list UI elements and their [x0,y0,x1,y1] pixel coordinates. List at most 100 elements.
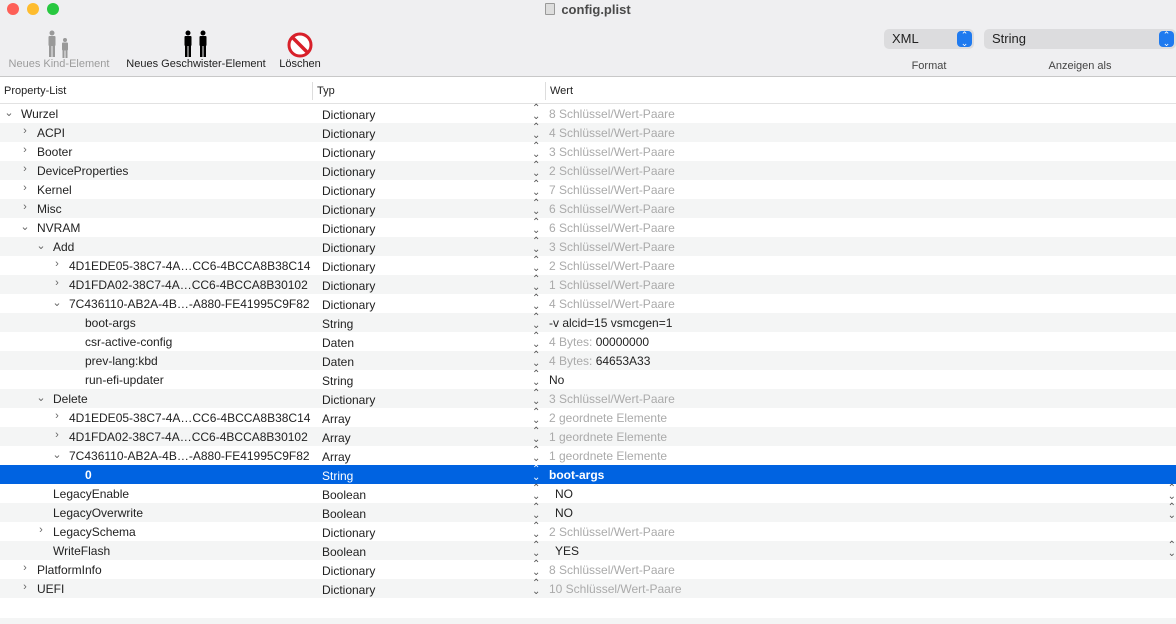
updown-arrows-icon[interactable]: ⌃ ⌄ [532,218,540,236]
show-as-select[interactable]: String ⌃ ⌄ [984,29,1176,49]
boolean-stepper-icon[interactable]: ⌃ ⌄ [1168,541,1176,559]
updown-arrows-icon[interactable]: ⌃ ⌄ [532,427,540,445]
row-key[interactable]: 0 [85,468,92,482]
chevron-down-icon[interactable]: ⌄ [52,448,62,461]
row-value[interactable]: 3 Schlüssel/Wert-Paare [549,240,675,254]
outline-row[interactable]: › LegacySchema Dictionary ⌃ ⌄ 2 Schlüssel/Wer… [0,522,1176,541]
row-key[interactable]: UEFI [37,582,64,596]
outline-row[interactable]: WriteFlash Boolean ⌃ ⌄ YES ⌃ ⌄ [0,541,1176,560]
row-type[interactable]: Boolean [322,545,366,559]
chevron-down-icon[interactable]: ⌄ [52,296,62,309]
updown-arrows-icon[interactable]: ⌃ ⌄ [532,484,540,502]
new-sibling-button[interactable]: Neues Geschwister-Element [120,26,272,70]
updown-arrows-icon[interactable]: ⌃ ⌄ [532,408,540,426]
row-type[interactable]: Boolean [322,507,366,521]
outline-row[interactable]: boot-args String ⌃ ⌄ -v alcid=15 vsmcgen=1 [0,313,1176,332]
row-value[interactable]: 1 Schlüssel/Wert-Paare [549,278,675,292]
column-header-key[interactable]: Property-List [4,85,66,97]
updown-arrows-icon[interactable]: ⌃ ⌄ [532,446,540,464]
updown-arrows-icon[interactable]: ⌃ ⌄ [532,522,540,540]
row-value[interactable]: 6 Schlüssel/Wert-Paare [549,202,675,216]
chevron-right-icon[interactable]: › [20,144,30,156]
outline-row[interactable]: ⌄ 7C436110-AB2A-4B…-A880-FE41995C9F82 Dict… [0,294,1176,313]
row-type[interactable]: Boolean [322,488,366,502]
row-type[interactable]: Dictionary [322,393,375,407]
row-key[interactable]: Kernel [37,183,72,197]
outline-row[interactable]: › ACPI Dictionary ⌃ ⌄ 4 Schlüssel/Wert-Paare [0,123,1176,142]
row-value[interactable]: YES [555,544,579,558]
updown-arrows-icon[interactable]: ⌃ ⌄ [532,104,540,122]
row-value[interactable]: 4 Bytes: 00000000 [549,335,649,349]
row-value[interactable]: boot-args [549,468,604,482]
row-value[interactable]: 3 Schlüssel/Wert-Paare [549,145,675,159]
updown-arrows-icon[interactable]: ⌃ ⌄ [532,294,540,312]
updown-arrows-icon[interactable]: ⌃ ⌄ [532,123,540,141]
delete-button[interactable]: Löschen [274,26,326,70]
boolean-stepper-icon[interactable]: ⌃ ⌄ [1168,484,1176,502]
row-type[interactable]: Dictionary [322,222,375,236]
row-key[interactable]: boot-args [85,316,136,330]
outline-row[interactable]: › 4D1FDA02-38C7-4A…CC6-4BCCA8B30102 Array ⌃… [0,427,1176,446]
row-value[interactable]: 2 Schlüssel/Wert-Paare [549,259,675,273]
row-value[interactable]: 1 geordnete Elemente [549,449,667,463]
row-value[interactable]: 1 geordnete Elemente [549,430,667,444]
row-key[interactable]: 4D1FDA02-38C7-4A…CC6-4BCCA8B30102 [69,278,308,292]
updown-arrows-icon[interactable]: ⌃ ⌄ [532,370,540,388]
row-value[interactable]: 4 Schlüssel/Wert-Paare [549,297,675,311]
row-value[interactable]: -v alcid=15 vsmcgen=1 [549,316,672,330]
new-child-button[interactable]: Neues Kind-Element [4,26,114,70]
updown-arrows-icon[interactable]: ⌃ ⌄ [532,237,540,255]
updown-arrows-icon[interactable]: ⌃ ⌄ [532,465,540,483]
row-value[interactable]: 4 Schlüssel/Wert-Paare [549,126,675,140]
row-type[interactable]: Dictionary [322,241,375,255]
row-type[interactable]: Array [322,412,351,426]
updown-arrows-icon[interactable]: ⌃ ⌄ [532,161,540,179]
chevron-right-icon[interactable]: › [52,410,62,422]
row-value[interactable]: 4 Bytes: 64653A33 [549,354,650,368]
row-key[interactable]: LegacySchema [53,525,136,539]
row-value[interactable]: No [549,373,564,387]
row-value[interactable]: 3 Schlüssel/Wert-Paare [549,392,675,406]
outline-row[interactable]: 0 String ⌃ ⌄ boot-args [0,465,1176,484]
updown-arrows-icon[interactable]: ⌃ ⌄ [532,332,540,350]
row-value[interactable]: 6 Schlüssel/Wert-Paare [549,221,675,235]
column-header-type[interactable]: Typ [317,85,335,97]
row-value[interactable]: 2 Schlüssel/Wert-Paare [549,164,675,178]
updown-arrows-icon[interactable]: ⌃ ⌄ [532,275,540,293]
row-key[interactable]: LegacyOverwrite [53,506,143,520]
chevron-down-icon[interactable]: ⌄ [20,220,30,233]
updown-arrows-icon[interactable]: ⌃ ⌄ [532,142,540,160]
row-key[interactable]: Delete [53,392,88,406]
updown-arrows-icon[interactable]: ⌃ ⌄ [532,503,540,521]
chevron-right-icon[interactable]: › [20,125,30,137]
row-value[interactable]: NO [555,487,573,501]
row-type[interactable]: Daten [322,336,354,350]
row-key[interactable]: run-efi-updater [85,373,164,387]
row-key[interactable]: WriteFlash [53,544,110,558]
outline-row[interactable]: › UEFI Dictionary ⌃ ⌄ 10 Schlüssel/Wert-Paare [0,579,1176,598]
row-type[interactable]: Array [322,450,351,464]
outline-row[interactable]: ⌄ Wurzel Dictionary ⌃ ⌄ 8 Schlüssel/Wert-Paar… [0,104,1176,123]
row-type[interactable]: Dictionary [322,583,375,597]
chevron-right-icon[interactable]: › [20,201,30,213]
outline-row[interactable]: ⌄ Delete Dictionary ⌃ ⌄ 3 Schlüssel/Wert-Paar… [0,389,1176,408]
updown-arrows-icon[interactable]: ⌃ ⌄ [532,313,540,331]
row-key[interactable]: csr-active-config [85,335,172,349]
row-value[interactable]: 8 Schlüssel/Wert-Paare [549,107,675,121]
row-key[interactable]: prev-lang:kbd [85,354,158,368]
chevron-right-icon[interactable]: › [52,258,62,270]
chevron-right-icon[interactable]: › [52,277,62,289]
row-type[interactable]: Dictionary [322,184,375,198]
outline-row[interactable]: run-efi-updater String ⌃ ⌄ No [0,370,1176,389]
column-divider[interactable] [545,82,546,100]
format-select[interactable]: XML ⌃ ⌄ [884,29,974,49]
updown-arrows-icon[interactable]: ⌃ ⌄ [532,180,540,198]
row-key[interactable]: ACPI [37,126,65,140]
outline-row[interactable]: › Kernel Dictionary ⌃ ⌄ 7 Schlüssel/Wert-Paar… [0,180,1176,199]
outline-row[interactable]: › PlatformInfo Dictionary ⌃ ⌄ 8 Schlüssel/Wer… [0,560,1176,579]
row-key[interactable]: Booter [37,145,72,159]
row-key[interactable]: 7C436110-AB2A-4B…-A880-FE41995C9F82 [69,449,310,463]
chevron-right-icon[interactable]: › [20,182,30,194]
chevron-right-icon[interactable]: › [20,562,30,574]
row-type[interactable]: Dictionary [322,298,375,312]
